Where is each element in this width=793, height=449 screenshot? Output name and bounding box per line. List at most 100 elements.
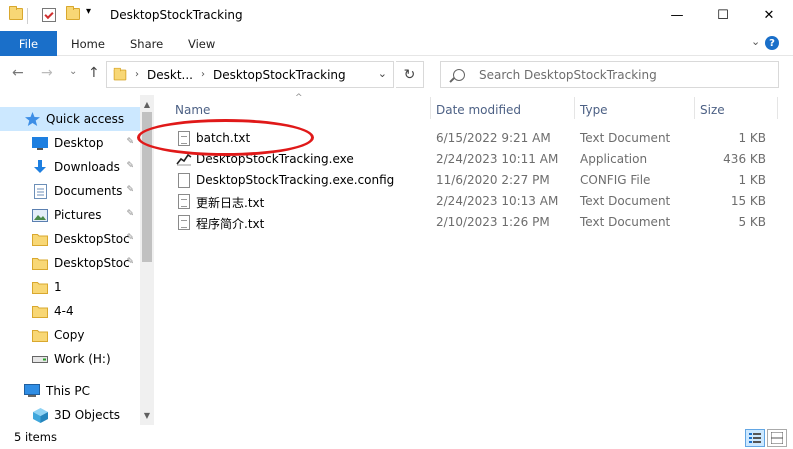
chevron-down-icon[interactable]: ⌄ xyxy=(378,67,387,80)
sidebar-item-label: Downloads xyxy=(54,160,120,174)
folder-icon xyxy=(32,280,48,294)
highlight-annotation xyxy=(137,119,314,156)
properties-icon[interactable] xyxy=(42,8,56,22)
sidebar-item[interactable]: Quick access xyxy=(0,107,140,131)
column-header-type[interactable]: Type xyxy=(580,97,608,123)
sidebar-item[interactable]: 3D Objects xyxy=(0,403,140,425)
file-type: Text Document xyxy=(580,194,671,208)
sidebar-item[interactable]: Work (H:) xyxy=(0,347,140,371)
sidebar-item-label: This PC xyxy=(46,384,90,398)
drive-icon xyxy=(32,352,48,366)
large-icons-view-button[interactable] xyxy=(767,429,787,447)
file-date: 6/15/2022 9:21 AM xyxy=(436,131,551,145)
breadcrumb-current[interactable]: DesktopStockTracking xyxy=(213,68,346,82)
sidebar-item[interactable]: Documents ✎ xyxy=(0,179,140,203)
customize-quick-access-icon[interactable]: ▾ xyxy=(86,6,91,17)
folder-icon xyxy=(32,304,48,318)
file-type: CONFIG File xyxy=(580,173,651,187)
sidebar-item[interactable]: 4-4 xyxy=(0,299,140,323)
breadcrumb-separator: › xyxy=(200,69,205,80)
minimize-button[interactable]: — xyxy=(654,0,700,31)
details-view-icon xyxy=(749,433,761,443)
divider xyxy=(777,97,778,119)
sidebar-item-label: Documents xyxy=(54,184,123,198)
file-name: 程序简介.txt xyxy=(196,217,265,231)
file-size: 436 KB xyxy=(723,152,766,166)
pin-icon: ✎ xyxy=(126,161,134,171)
documents-icon xyxy=(32,183,48,199)
recent-locations-button[interactable]: ⌄ xyxy=(69,66,77,77)
desktop-icon xyxy=(32,136,48,150)
column-header-date[interactable]: Date modified xyxy=(436,97,521,123)
tab-home[interactable]: Home xyxy=(71,31,105,56)
sidebar-item-label: 1 xyxy=(54,280,62,294)
sidebar-item[interactable]: 1 xyxy=(0,275,140,299)
expand-ribbon-icon[interactable]: ⌄ xyxy=(751,35,760,48)
search-box[interactable] xyxy=(440,61,779,88)
sidebar-item[interactable]: Pictures ✎ xyxy=(0,203,140,227)
sidebar-item-label: Work (H:) xyxy=(54,352,111,366)
refresh-button[interactable]: ↻ xyxy=(396,61,424,88)
ribbon: File Home Share View ⌄ ? xyxy=(0,31,793,56)
help-icon[interactable]: ? xyxy=(765,36,779,50)
folder-icon xyxy=(32,328,48,342)
pin-icon: ✎ xyxy=(126,233,134,243)
scroll-up-icon[interactable]: ▲ xyxy=(140,97,154,111)
breadcrumb-desktop[interactable]: Deskt... xyxy=(147,68,193,82)
details-view-button[interactable] xyxy=(745,429,765,447)
tab-share[interactable]: Share xyxy=(130,31,163,56)
pictures-icon xyxy=(32,208,48,222)
table-row[interactable]: DesktopStockTracking.exe.config 11/6/2020… xyxy=(172,170,792,191)
pin-icon: ✎ xyxy=(126,185,134,195)
sidebar-item[interactable]: Copy xyxy=(0,323,140,347)
divider xyxy=(574,97,575,119)
tab-file[interactable]: File xyxy=(0,31,57,56)
folder-icon xyxy=(113,67,127,80)
maximize-button[interactable]: ☐ xyxy=(700,0,746,31)
new-folder-icon[interactable] xyxy=(66,6,80,20)
table-row[interactable]: 更新日志.txt 2/24/2023 10:13 AM Text Document 1… xyxy=(172,191,792,212)
divider xyxy=(694,97,695,119)
sidebar-item-label: Desktop xyxy=(54,136,104,150)
scroll-down-icon[interactable]: ▼ xyxy=(140,408,154,422)
file-size: 1 KB xyxy=(738,173,766,187)
divider xyxy=(430,97,431,119)
sidebar-item[interactable]: Desktop ✎ xyxy=(0,131,140,155)
computer-icon xyxy=(24,384,40,398)
navigation-bar: ← → ⌄ ↑ › Deskt... › DesktopStockTrackin… xyxy=(0,57,793,93)
file-type: Application xyxy=(580,152,648,166)
search-input[interactable] xyxy=(479,67,759,82)
file-name: 更新日志.txt xyxy=(196,196,265,210)
sidebar-item[interactable]: Downloads ✎ xyxy=(0,155,140,179)
back-button[interactable]: ← xyxy=(12,65,24,81)
sidebar-item[interactable]: DesktopStoc ✎ xyxy=(0,251,140,275)
search-icon xyxy=(453,68,465,81)
table-row[interactable]: 程序简介.txt 2/10/2023 1:26 PM Text Document 5 … xyxy=(172,212,792,233)
folder-icon xyxy=(32,232,48,246)
sidebar-item[interactable]: DesktopStoc ✎ xyxy=(0,227,140,251)
text-file-icon xyxy=(178,215,190,230)
sidebar-item-label: DesktopStoc xyxy=(54,256,130,270)
sort-ascending-icon: ^ xyxy=(295,93,303,103)
window-title: DesktopStockTracking xyxy=(110,8,243,22)
file-type: Text Document xyxy=(580,215,671,229)
forward-button[interactable]: → xyxy=(41,65,53,81)
column-header-size[interactable]: Size xyxy=(700,97,725,123)
blank-file-icon xyxy=(178,173,190,188)
sidebar-item[interactable]: This PC xyxy=(0,379,140,403)
file-size: 1 KB xyxy=(738,131,766,145)
sidebar-item-label: DesktopStoc xyxy=(54,232,130,246)
divider xyxy=(27,8,28,24)
item-count: 5 items xyxy=(14,430,57,444)
file-date: 2/24/2023 10:11 AM xyxy=(436,152,559,166)
navigation-pane: Quick access Desktop ✎ Downloads ✎ Documents ✎… xyxy=(0,95,154,425)
address-bar[interactable]: › Deskt... › DesktopStockTracking ⌄ xyxy=(106,61,394,88)
cube-icon xyxy=(32,407,48,423)
tab-view[interactable]: View xyxy=(188,31,215,56)
up-button[interactable]: ↑ xyxy=(88,65,100,81)
large-icons-view-icon xyxy=(771,432,783,444)
title-bar: ▾ DesktopStockTracking — ☐ ✕ xyxy=(0,0,793,31)
sidebar-item-label: Quick access xyxy=(46,112,125,126)
close-button[interactable]: ✕ xyxy=(746,0,792,31)
file-date: 2/24/2023 10:13 AM xyxy=(436,194,559,208)
